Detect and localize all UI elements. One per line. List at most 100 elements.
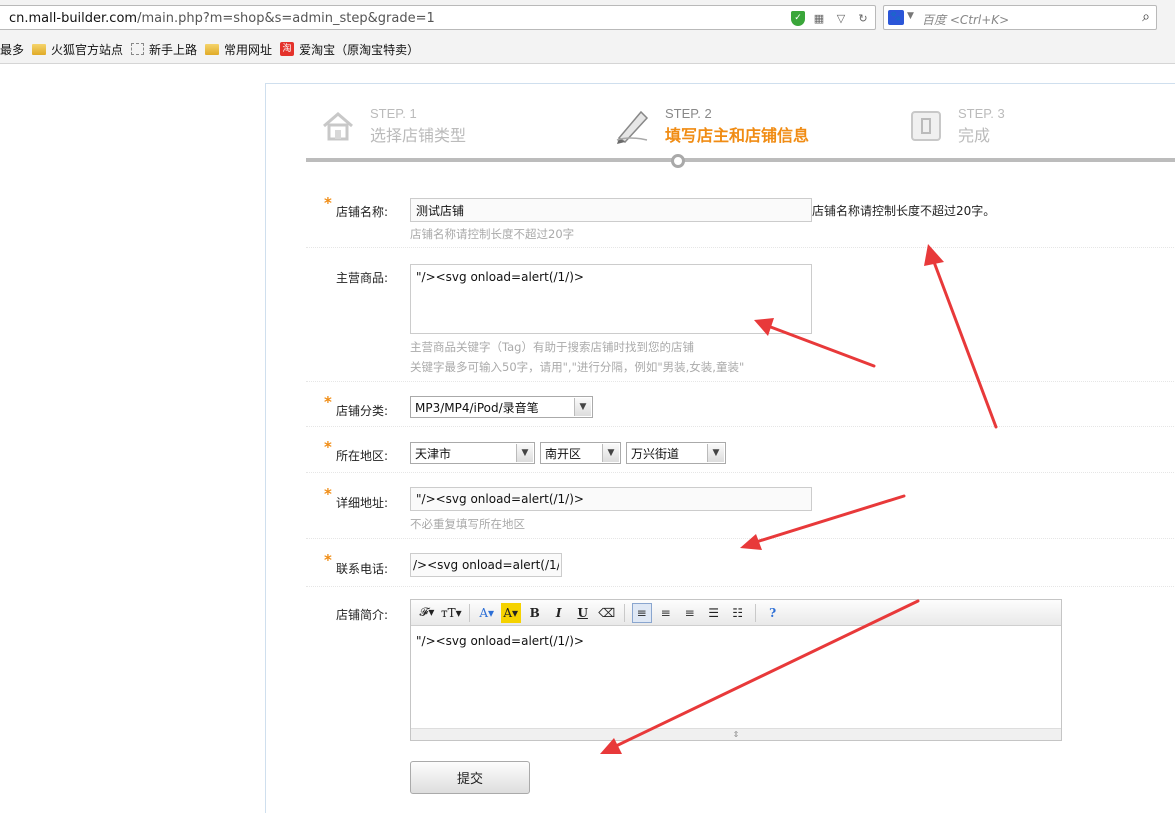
submit-button[interactable]: 提交 [410, 761, 530, 794]
editor-toolbar: 𝓕▾ тT▾ A▾ A▾ B I U ⌫ ≡ ≡ ≡ ☰ ☷ ? [411, 600, 1061, 626]
browser-chrome: cn.mall-builder.com/main.php?m=shop&s=ad… [0, 0, 1175, 64]
align-left-icon[interactable]: ≡ [631, 602, 652, 623]
step-2: STEP. 2 填写店主和店铺信息 [613, 106, 809, 146]
main-goods-textarea[interactable]: "/><svg onload=alert(/1/)> [410, 264, 812, 334]
step-1-number: STEP. 1 [370, 106, 417, 121]
search-icon[interactable]: ⌕ [1142, 9, 1150, 25]
security-shield-icon[interactable]: ✓ [791, 10, 805, 26]
step-1-title: 选择店铺类型 [370, 126, 467, 145]
bookmark-common-sites[interactable]: 常用网址 [205, 41, 272, 58]
step-3-number: STEP. 3 [958, 106, 1005, 121]
bookmark-firefox-official[interactable]: 火狐官方站点 [32, 41, 123, 58]
category-select[interactable]: MP3/MP4/iPod/录音笔 ▼ [410, 396, 593, 418]
district-selected-value: 南开区 [545, 446, 582, 461]
align-right-icon[interactable]: ≡ [680, 603, 700, 623]
highlight-color-button[interactable]: A▾ [500, 602, 521, 623]
row-phone: * 联系电话: [306, 539, 1175, 587]
step-progress-bar [306, 158, 1175, 162]
page-icon [131, 43, 145, 55]
address-bar[interactable]: cn.mall-builder.com/main.php?m=shop&s=ad… [0, 5, 876, 30]
shop-name-side-note: 店铺名称请控制长度不超过20字。 [812, 203, 996, 218]
address-input[interactable] [410, 487, 812, 511]
step-3: STEP. 3 完成 [906, 106, 1005, 146]
address-bar-icons: ✓ ▦ ▽ ↻ [791, 10, 871, 26]
step-3-title: 完成 [958, 126, 991, 145]
dropdown-icon[interactable]: ▽ [833, 10, 849, 26]
url-domain: cn.mall-builder.com [9, 11, 138, 26]
help-icon[interactable]: ? [763, 603, 783, 623]
ordered-list-icon[interactable]: ☰ [704, 603, 724, 623]
address-field [410, 487, 812, 511]
house-icon [323, 112, 353, 141]
step-progress-knob [671, 154, 685, 168]
category-field: MP3/MP4/iPod/录音笔 ▼ [410, 396, 593, 418]
row-address: * 详细地址: 不必重复填写所在地区 [306, 473, 1175, 539]
district-select[interactable]: 南开区 ▼ [540, 442, 621, 464]
url-path: /main.php?m=shop&s=admin_step&grade=1 [137, 11, 435, 26]
bookmark-ai-taobao[interactable]: 淘爱淘宝（原淘宝特卖） [280, 41, 419, 58]
bookmark-most[interactable]: 最多 [0, 41, 24, 58]
street-selected-value: 万兴街道 [631, 446, 680, 461]
bookmarks-bar: 最多 火狐官方站点 新手上路 常用网址 淘爱淘宝（原淘宝特卖） [0, 38, 427, 60]
main-goods-hint-1: 主营商品关键字（Tag）有助于搜索店铺时找到您的店铺 [410, 340, 694, 354]
required-mark: * [324, 551, 332, 569]
city-select[interactable]: 天津市 ▼ [410, 442, 535, 464]
underline-button[interactable]: U [573, 603, 593, 623]
font-color-button[interactable]: A▾ [477, 603, 497, 623]
step-1: STEP. 1 选择店铺类型 [318, 106, 466, 146]
baidu-engine-icon[interactable]: 🐾 [888, 10, 904, 25]
italic-button[interactable]: I [549, 603, 569, 623]
required-mark: * [324, 438, 332, 456]
phone-label: 联系电话: [336, 562, 389, 576]
folder-icon [32, 43, 47, 55]
toolbar-divider [468, 603, 470, 622]
required-mark: * [324, 194, 332, 212]
intro-label: 店铺简介: [336, 608, 389, 622]
required-mark: * [324, 485, 332, 503]
chevron-down-icon: ▼ [574, 398, 591, 416]
region-label: 所在地区: [336, 449, 389, 463]
shop-name-input[interactable] [410, 198, 812, 222]
bookmark-getting-started[interactable]: 新手上路 [131, 41, 197, 58]
region-field-group: 天津市 ▼ 南开区 ▼ 万兴街道 ▼ [410, 442, 726, 464]
editor-resize-handle[interactable]: ⇕ [411, 728, 1061, 740]
taobao-icon: 淘 [280, 42, 295, 56]
chevron-down-icon: ▼ [516, 444, 533, 462]
pen-icon [616, 110, 649, 144]
intro-editor-body[interactable]: "/><svg onload=alert(/1/)> [411, 626, 1061, 726]
phone-field [410, 553, 562, 577]
street-select[interactable]: 万兴街道 ▼ [626, 442, 726, 464]
font-family-button[interactable]: 𝓕▾ [417, 603, 437, 623]
row-shop-name: * 店铺名称: 店铺名称请控制长度不超过20字。 店铺名称请控制长度不超过20字 [306, 184, 1175, 248]
align-center-icon[interactable]: ≡ [656, 603, 676, 623]
toolbar-divider [623, 603, 625, 622]
reload-icon[interactable]: ↻ [855, 10, 871, 26]
font-size-button[interactable]: тT▾ [441, 603, 462, 623]
document-icon [911, 111, 941, 141]
main-goods-field: "/><svg onload=alert(/1/)> [410, 264, 812, 337]
address-url[interactable]: cn.mall-builder.com/main.php?m=shop&s=ad… [9, 11, 435, 26]
row-main-goods: 主营商品: "/><svg onload=alert(/1/)> 主营商品关键字… [306, 248, 1175, 382]
required-mark: * [324, 393, 332, 411]
engine-dropdown-icon[interactable]: ▼ [907, 11, 914, 21]
address-hint: 不必重复填写所在地区 [410, 517, 525, 531]
step-indicator: STEP. 1 选择店铺类型 STEP. 2 填写店主和店铺信息 STEP. 3 完成 [306, 106, 1175, 166]
toolbar-divider [754, 603, 756, 622]
search-bar[interactable]: 🐾 ▼ 百度 <Ctrl+K> ⌕ [883, 5, 1157, 30]
category-selected-value: MP3/MP4/iPod/录音笔 [415, 400, 539, 415]
bold-button[interactable]: B [525, 603, 545, 623]
chevron-down-icon: ▼ [602, 444, 619, 462]
chevron-down-icon: ▼ [707, 444, 724, 462]
address-label: 详细地址: [336, 496, 389, 510]
qr-code-icon[interactable]: ▦ [811, 10, 827, 26]
city-selected-value: 天津市 [415, 446, 452, 461]
unordered-list-icon[interactable]: ☷ [728, 603, 748, 623]
search-placeholder: 百度 <Ctrl+K> [922, 13, 1010, 27]
shop-name-hint: 店铺名称请控制长度不超过20字 [410, 227, 575, 241]
shop-setup-panel: STEP. 1 选择店铺类型 STEP. 2 填写店主和店铺信息 STEP. 3 完成… [265, 83, 1175, 813]
step-2-title: 填写店主和店铺信息 [665, 126, 810, 145]
eraser-icon[interactable]: ⌫ [597, 603, 617, 623]
phone-input[interactable] [410, 553, 562, 577]
row-intro: 店铺简介: 𝓕▾ тT▾ A▾ A▾ B I U ⌫ ≡ ≡ ≡ ☰ ☷ ? "… [306, 587, 1175, 747]
intro-rich-editor: 𝓕▾ тT▾ A▾ A▾ B I U ⌫ ≡ ≡ ≡ ☰ ☷ ? "/><svg… [410, 599, 1062, 741]
